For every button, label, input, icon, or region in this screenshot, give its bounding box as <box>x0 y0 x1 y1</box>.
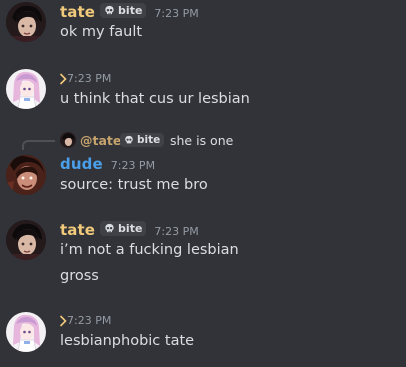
reply-text[interactable]: she is one <box>170 133 233 148</box>
message-header: 7:23 PM <box>59 72 111 85</box>
message-text: lesbianphobic tate <box>60 333 195 349</box>
reply-mention[interactable]: @tate <box>80 133 121 148</box>
message-header: tate bite 7:23 PM <box>60 3 199 21</box>
username[interactable]: tate <box>60 3 95 21</box>
chevron-right-icon <box>59 72 67 85</box>
skull-icon <box>105 5 114 15</box>
skull-icon <box>125 135 133 144</box>
server-tag-label: bite <box>118 4 143 17</box>
message-header: tate bite 7:23 PM <box>60 221 199 239</box>
timestamp[interactable]: 7:23 PM <box>154 225 198 238</box>
avatar[interactable] <box>6 155 46 195</box>
avatar[interactable] <box>6 69 46 109</box>
message-text: u think that cus ur lesbian <box>60 91 250 107</box>
message-text: gross <box>60 268 99 284</box>
message-header: dude 7:23 PM <box>60 155 155 173</box>
username[interactable]: tate <box>60 221 95 239</box>
timestamp[interactable]: 7:23 PM <box>154 7 198 20</box>
reply-avatar <box>60 132 76 148</box>
avatar[interactable] <box>6 2 46 42</box>
server-tag[interactable]: bite <box>100 3 147 18</box>
skull-icon <box>105 223 114 233</box>
timestamp[interactable]: 7:23 PM <box>67 72 111 85</box>
message-text: i’m not a fucking lesbian <box>60 242 239 258</box>
server-tag-label: bite <box>137 134 161 146</box>
reply-connector <box>22 140 55 150</box>
chat-message-list: tate bite 7:23 PM ok my fault 7:23 PM u … <box>0 0 406 367</box>
timestamp[interactable]: 7:23 PM <box>67 314 111 327</box>
reply-preview[interactable]: @tate bite she is one <box>0 131 406 151</box>
message-header: 7:23 PM <box>59 314 111 327</box>
message-text: ok my fault <box>60 24 143 40</box>
avatar[interactable] <box>6 220 46 260</box>
chevron-right-icon <box>59 314 67 327</box>
server-tag: bite <box>120 133 165 147</box>
timestamp[interactable]: 7:23 PM <box>111 159 155 172</box>
server-tag[interactable]: bite <box>100 221 147 236</box>
server-tag-label: bite <box>118 222 143 235</box>
username[interactable]: dude <box>60 155 103 173</box>
avatar[interactable] <box>6 312 46 352</box>
message-text: source: trust me bro <box>60 177 208 193</box>
